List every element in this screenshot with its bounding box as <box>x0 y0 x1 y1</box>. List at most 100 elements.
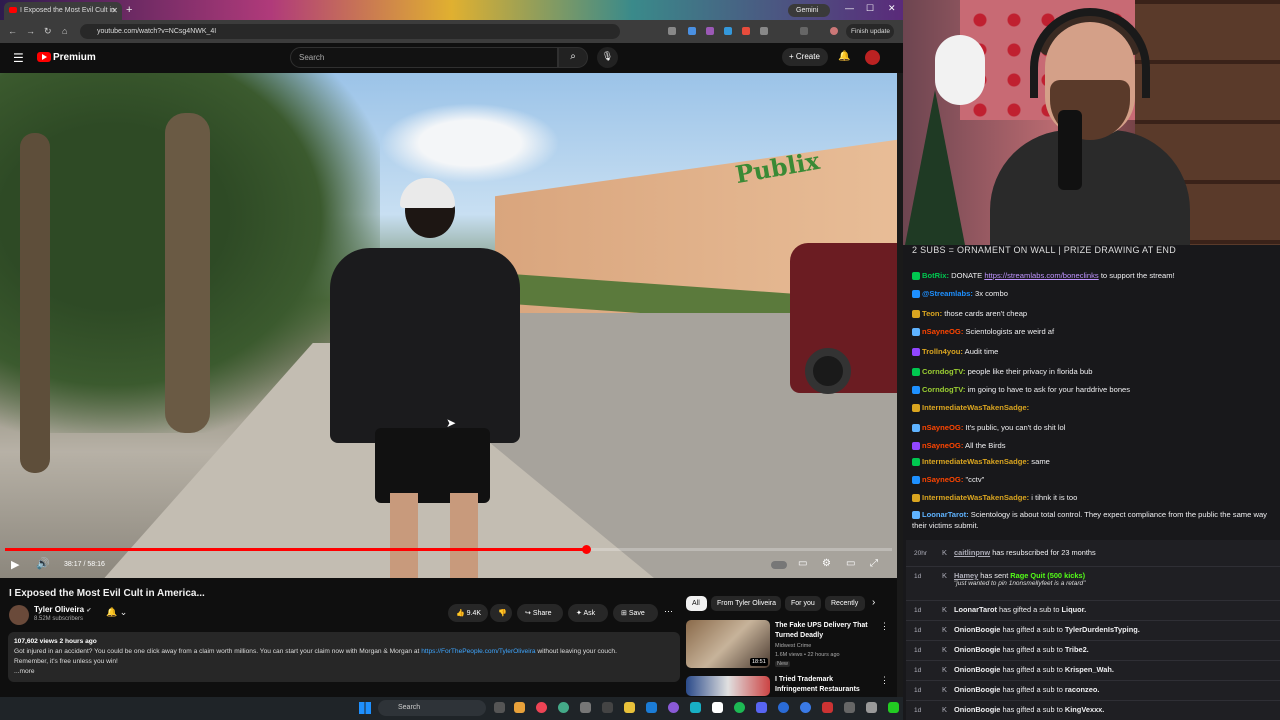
app-icon[interactable] <box>712 702 723 713</box>
app-icon[interactable] <box>690 702 701 713</box>
chat-username[interactable]: IntermediateWasTakenSadge: <box>922 493 1029 502</box>
youtube-premium-logo[interactable]: Premium <box>53 52 96 63</box>
play-icon[interactable]: ▶ <box>11 558 19 571</box>
app-icon[interactable] <box>558 702 569 713</box>
discord-icon[interactable] <box>756 702 767 713</box>
mic-icon[interactable]: 🎙 <box>597 47 618 68</box>
finish-update-button[interactable]: Finish update <box>846 24 894 39</box>
chat-username[interactable]: Trolln4you: <box>922 347 963 356</box>
extension-icon[interactable] <box>688 27 696 35</box>
gemini-button[interactable]: Gemini <box>788 4 830 17</box>
youtube-logo-icon[interactable] <box>37 52 51 62</box>
minimize-icon[interactable]: — <box>845 3 854 13</box>
create-button[interactable]: + Create <box>782 48 828 66</box>
video-description[interactable]: 107,602 views 2 hours ago Got injured in… <box>8 632 680 682</box>
menu-icon[interactable]: ☰ <box>13 51 24 65</box>
rec-channel[interactable]: Midwest Crime <box>775 643 811 649</box>
like-button[interactable]: 👍 9.4K <box>448 604 488 622</box>
extension-icon[interactable] <box>724 27 732 35</box>
rec-menu-icon[interactable]: ⋮ <box>880 675 889 686</box>
app-icon[interactable] <box>844 702 855 713</box>
event-username[interactable]: LoonarTarot <box>954 605 997 614</box>
back-icon[interactable]: ← <box>8 26 17 36</box>
app-icon[interactable] <box>800 702 811 713</box>
channel-name[interactable]: Tyler Oliveira ✔ <box>34 605 91 614</box>
app-icon[interactable] <box>668 702 679 713</box>
app-icon[interactable] <box>866 702 877 713</box>
chip-recently[interactable]: Recently <box>825 596 865 611</box>
more-actions-icon[interactable]: ⋯ <box>664 606 673 617</box>
browser-tab[interactable]: I Exposed the Most Evil Cult in ✕ <box>4 2 122 20</box>
chat-username[interactable]: Teon: <box>922 309 942 318</box>
fullscreen-icon[interactable]: ⤢ <box>870 558 878 569</box>
rec-title[interactable]: The Fake UPS Delivery That Turned Deadly <box>775 621 875 641</box>
home-icon[interactable]: ⌂ <box>62 26 67 36</box>
chat-username[interactable]: nSayneOG: <box>922 475 963 484</box>
extensions-puzzle-icon[interactable] <box>760 27 768 35</box>
event-username[interactable]: OnionBoogie <box>954 645 1000 654</box>
file-explorer-icon[interactable] <box>514 702 525 713</box>
ask-button[interactable]: ✦ Ask <box>568 604 608 622</box>
notifications-bell-icon[interactable]: 🔔 <box>838 51 850 62</box>
event-username[interactable]: OnionBoogie <box>954 685 1000 694</box>
dislike-icon[interactable]: 👎 <box>490 604 512 622</box>
chat-username[interactable]: BotRix: <box>922 271 949 280</box>
show-more-link[interactable]: ...more <box>14 667 674 677</box>
share-button[interactable]: ↪ Share <box>517 604 563 622</box>
app-icon[interactable] <box>602 702 613 713</box>
profile-icon[interactable] <box>830 27 838 35</box>
event-username[interactable]: OnionBoogie <box>954 665 1000 674</box>
subtitles-icon[interactable]: ▭ <box>798 558 807 569</box>
chat-username[interactable]: LoonarTarot: <box>922 510 969 519</box>
reload-icon[interactable]: ↻ <box>44 26 52 37</box>
app-icon[interactable] <box>580 702 591 713</box>
channel-avatar[interactable] <box>9 605 29 625</box>
chat-username[interactable]: nSayneOG: <box>922 327 963 336</box>
chat-username[interactable]: CorndogTV: <box>922 367 965 376</box>
new-tab-button[interactable]: + <box>126 4 132 16</box>
event-username[interactable]: caitlinpnw <box>954 548 990 557</box>
url-bar[interactable]: youtube.com/watch?v=NCsg4NWK_4I <box>80 24 620 39</box>
folder-icon[interactable] <box>624 702 635 713</box>
window-close-icon[interactable]: ✕ <box>888 3 896 14</box>
save-button[interactable]: ⊞ Save <box>613 604 658 622</box>
rec-thumbnail[interactable] <box>686 676 770 696</box>
rec-menu-icon[interactable]: ⋮ <box>880 621 889 632</box>
chat-username[interactable]: IntermediateWasTakenSadge: <box>922 403 1029 412</box>
taskbar-search[interactable]: Search <box>378 700 486 716</box>
close-tab-icon[interactable]: ✕ <box>111 6 118 15</box>
event-username[interactable]: Hamey <box>954 571 978 580</box>
channel-name-text[interactable]: Tyler Oliveira <box>34 605 84 614</box>
search-input[interactable]: Search <box>290 47 558 68</box>
chat-username[interactable]: nSayneOG: <box>922 423 963 432</box>
autoplay-toggle[interactable] <box>771 561 787 569</box>
windows-start-icon[interactable] <box>359 702 371 714</box>
video-player[interactable]: Publix <box>0 73 897 578</box>
extension-icon[interactable] <box>706 27 714 35</box>
app-icon[interactable] <box>822 702 833 713</box>
app-icon[interactable] <box>646 702 657 713</box>
rec-title[interactable]: I Tried Trademark Infringement Restauran… <box>775 675 875 695</box>
event-username[interactable]: OnionBoogie <box>954 705 1000 714</box>
chat-username[interactable]: IntermediateWasTakenSadge: <box>922 457 1029 466</box>
chip-for-you[interactable]: For you <box>785 596 821 611</box>
app-icon[interactable] <box>888 702 899 713</box>
chevron-right-icon[interactable]: › <box>872 597 875 608</box>
maximize-icon[interactable]: ☐ <box>866 3 874 14</box>
chat-link[interactable]: https://streamlabs.com/boneclinks <box>984 271 1098 280</box>
extension-icon[interactable] <box>668 27 676 35</box>
chat-username[interactable]: @Streamlabs: <box>922 289 973 298</box>
forward-icon[interactable]: → <box>26 26 35 36</box>
account-avatar[interactable] <box>865 50 880 65</box>
volume-icon[interactable]: 🔊 <box>36 557 50 570</box>
spotify-icon[interactable] <box>734 702 745 713</box>
subscribed-bell-icon[interactable]: 🔔 ⌄ <box>106 607 127 618</box>
theater-mode-icon[interactable]: ▭ <box>846 558 855 569</box>
chat-username[interactable]: CorndogTV: <box>922 385 965 394</box>
chip-from-channel[interactable]: From Tyler Oliveira <box>711 596 781 611</box>
task-view-icon[interactable] <box>494 702 505 713</box>
settings-gear-icon[interactable]: ⚙ <box>822 558 831 569</box>
app-icon[interactable] <box>778 702 789 713</box>
sidebar-icon[interactable] <box>800 27 808 35</box>
extension-icon[interactable] <box>742 27 750 35</box>
